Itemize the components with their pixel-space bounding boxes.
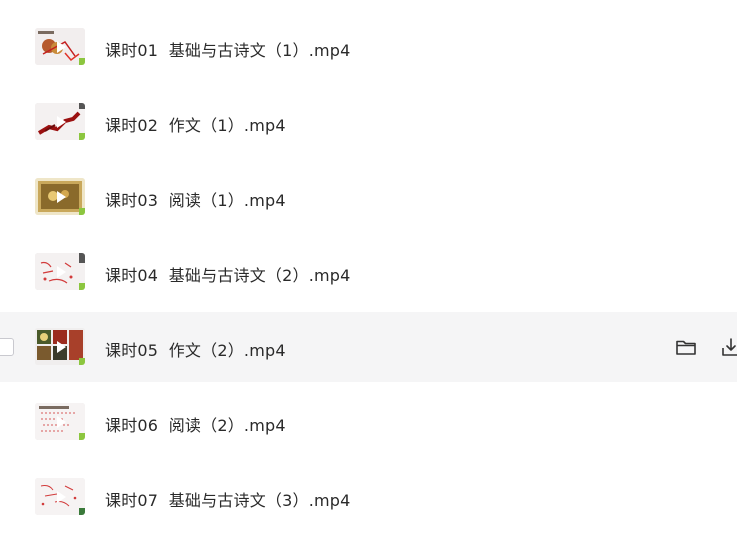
video-thumbnail[interactable] xyxy=(35,178,85,215)
play-icon xyxy=(57,191,66,203)
play-icon xyxy=(57,491,66,503)
file-list: 课时01 基础与古诗文（1）.mp4 课时02 作文（1）.mp4 课时03 阅… xyxy=(0,10,737,535)
file-name[interactable]: 课时06 阅读（2）.mp4 xyxy=(105,412,286,436)
video-thumbnail[interactable] xyxy=(35,403,85,440)
video-thumbnail[interactable] xyxy=(35,478,85,515)
row-checkbox[interactable] xyxy=(0,338,14,356)
play-icon xyxy=(57,266,66,278)
file-row-hovered[interactable]: 课时05 作文（2）.mp4 xyxy=(0,312,737,382)
file-row[interactable]: 课时01 基础与古诗文（1）.mp4 xyxy=(0,10,737,85)
folder-icon[interactable] xyxy=(674,335,698,359)
video-thumbnail[interactable] xyxy=(35,253,85,290)
video-thumbnail[interactable] xyxy=(35,103,85,140)
download-icon[interactable] xyxy=(719,335,737,359)
file-name[interactable]: 课时04 基础与古诗文（2）.mp4 xyxy=(105,262,351,286)
file-name[interactable]: 课时05 作文（2）.mp4 xyxy=(105,337,286,361)
video-thumbnail[interactable] xyxy=(35,328,85,365)
file-name[interactable]: 课时03 阅读（1）.mp4 xyxy=(105,187,286,211)
file-name[interactable]: 课时01 基础与古诗文（1）.mp4 xyxy=(105,37,351,61)
video-thumbnail[interactable] xyxy=(35,28,85,65)
play-icon xyxy=(57,116,66,128)
file-row[interactable]: 课时06 阅读（2）.mp4 xyxy=(0,385,737,460)
play-icon xyxy=(57,341,66,353)
file-row[interactable]: 课时02 作文（1）.mp4 xyxy=(0,85,737,160)
play-icon xyxy=(57,416,66,428)
play-icon xyxy=(57,41,66,53)
file-name[interactable]: 课时07 基础与古诗文（3）.mp4 xyxy=(105,487,351,511)
file-row[interactable]: 课时03 阅读（1）.mp4 xyxy=(0,160,737,235)
file-name[interactable]: 课时02 作文（1）.mp4 xyxy=(105,112,286,136)
file-row[interactable]: 课时04 基础与古诗文（2）.mp4 xyxy=(0,235,737,310)
file-row[interactable]: 课时07 基础与古诗文（3）.mp4 xyxy=(0,460,737,535)
